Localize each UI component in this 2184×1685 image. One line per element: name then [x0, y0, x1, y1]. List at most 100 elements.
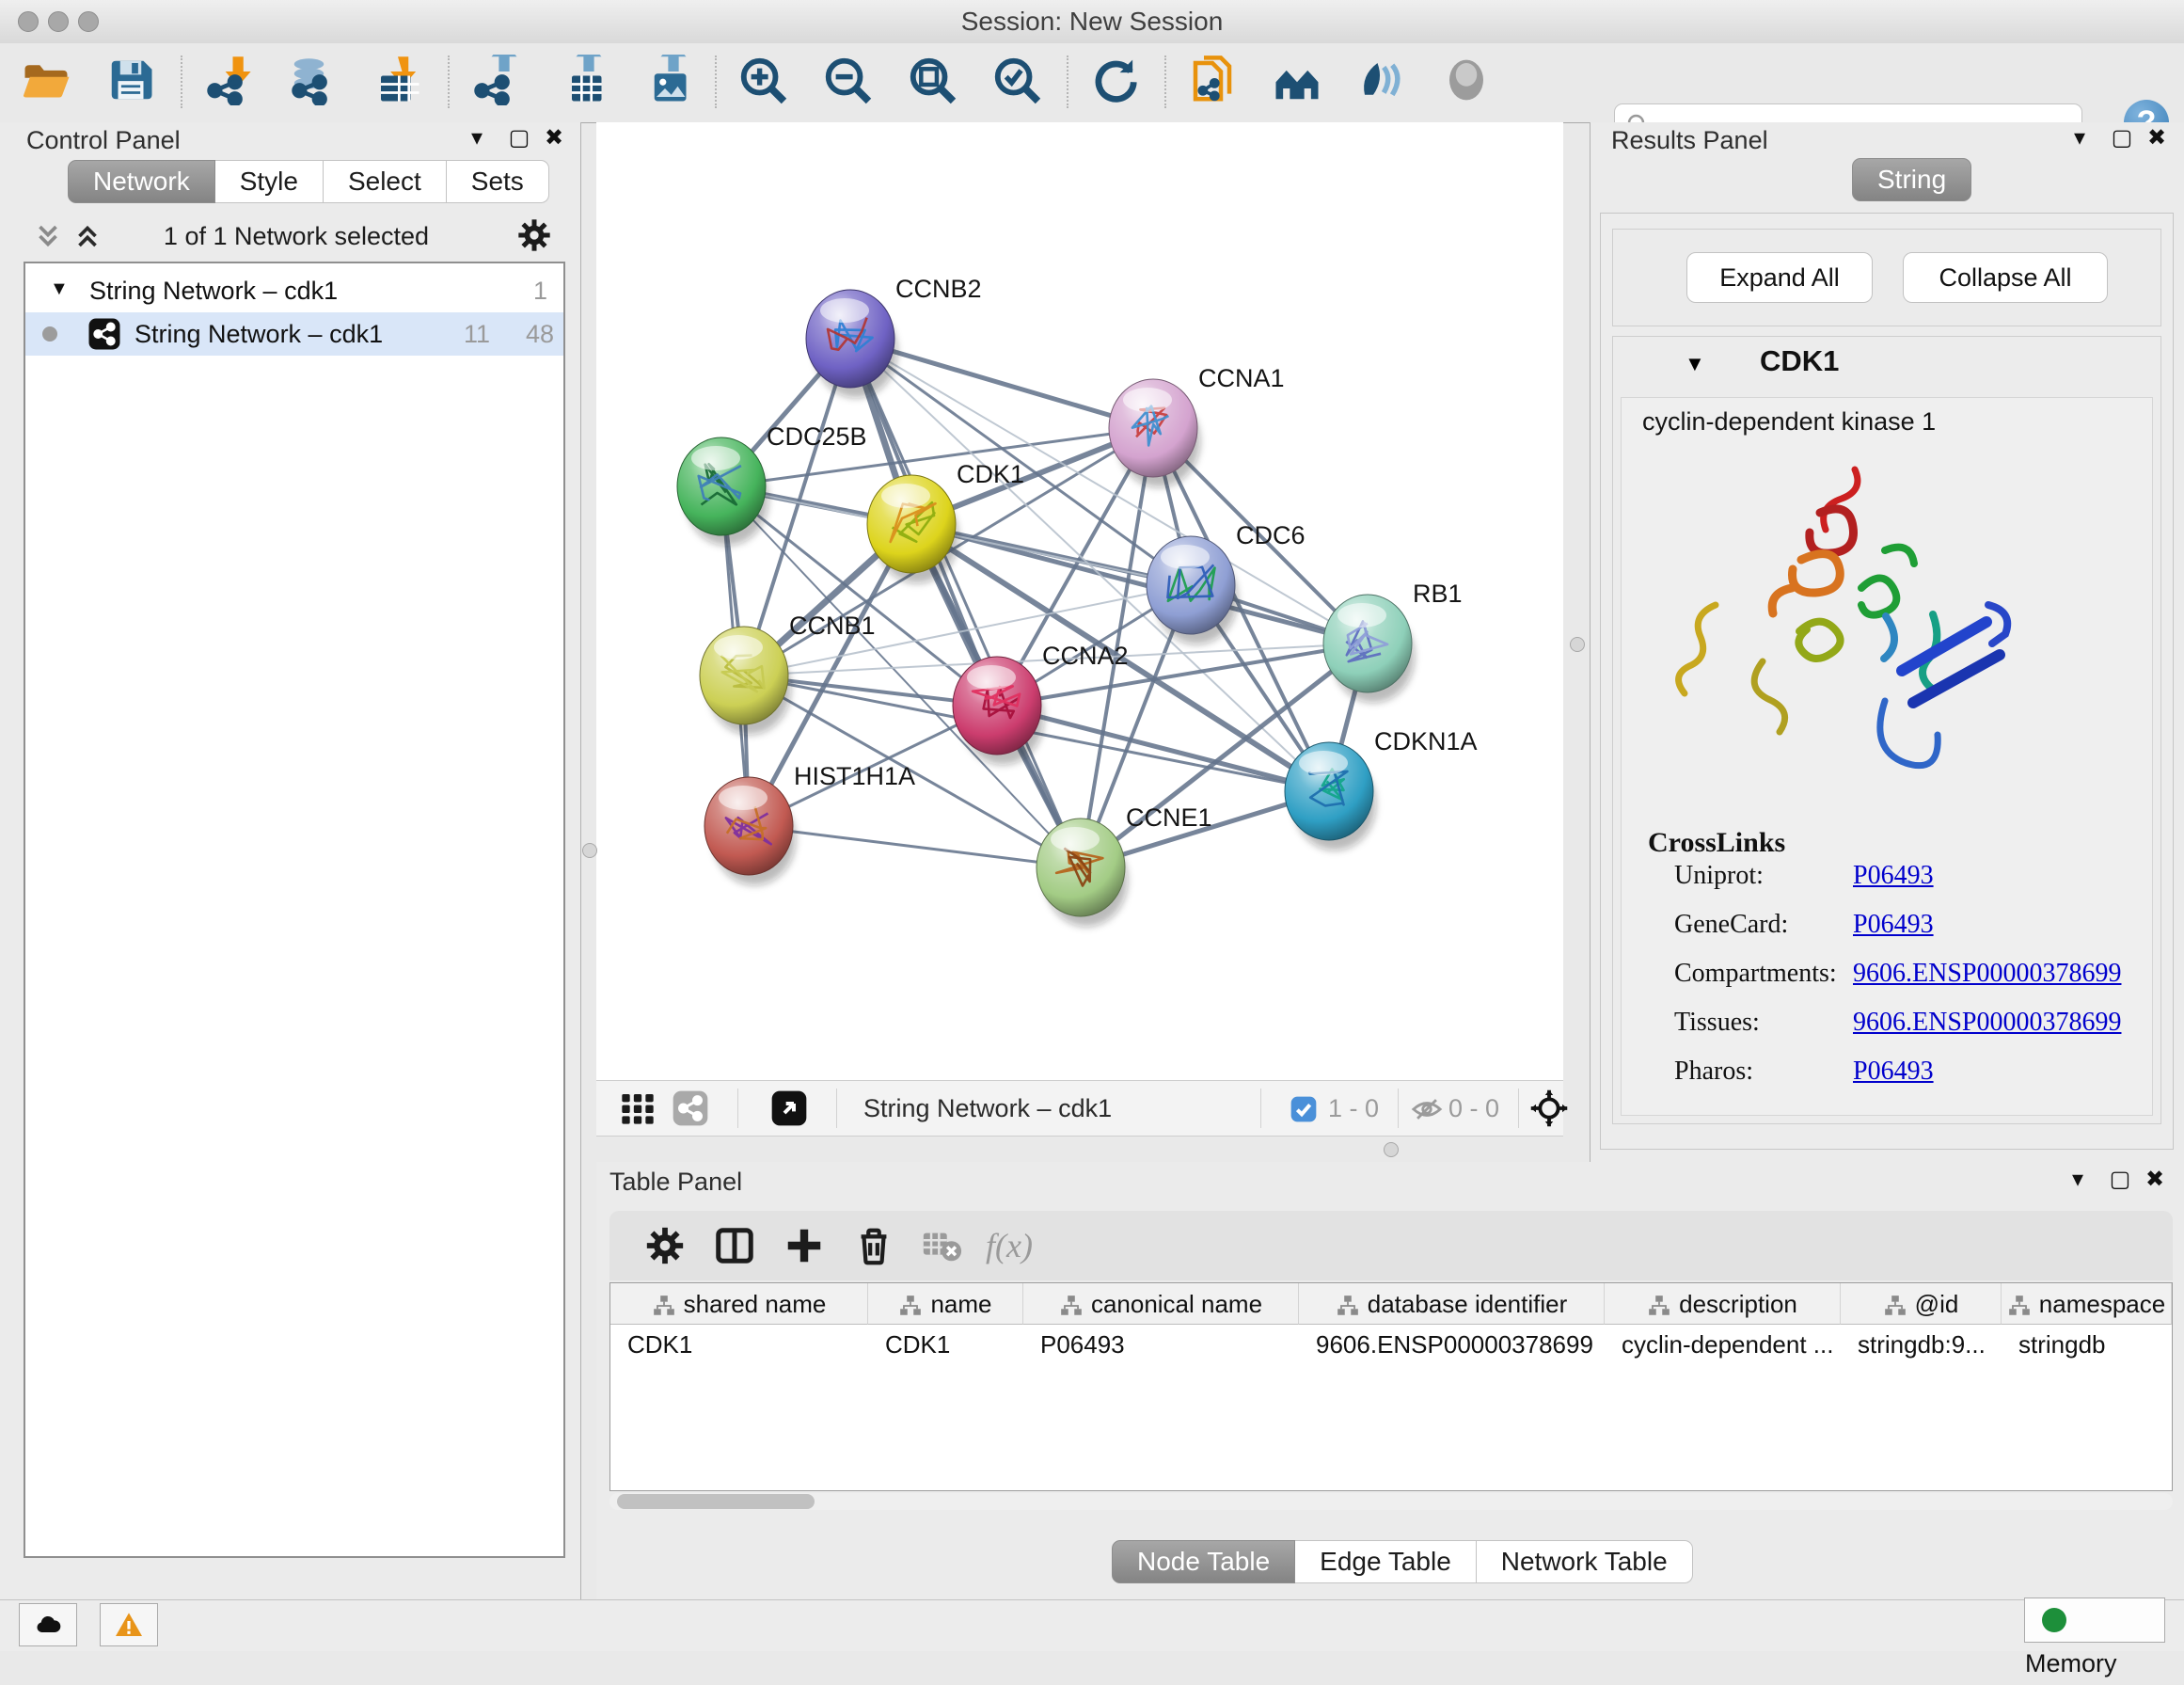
horizontal-splitter-handle[interactable] [1384, 1142, 1399, 1157]
tab-select[interactable]: Select [324, 160, 447, 203]
collapse-all-button[interactable]: Collapse All [1903, 252, 2108, 303]
panel-menu-icon[interactable]: ▾ [463, 124, 491, 152]
panel-close-icon[interactable]: ✖ [540, 124, 568, 152]
expand-all-button[interactable]: Expand All [1686, 252, 1873, 303]
zoom-fit-icon[interactable] [907, 55, 961, 109]
column-header-canonical-name[interactable]: canonical name [1023, 1283, 1299, 1325]
column-header-shared-name[interactable]: shared name [610, 1283, 868, 1325]
zoom-selected-icon[interactable] [991, 55, 1046, 109]
tab-network[interactable]: Network [68, 160, 215, 203]
table-cell[interactable]: P06493 [1023, 1325, 1299, 1364]
crosslink-link[interactable]: 9606.ENSP00000378699 [1853, 959, 2121, 989]
cloud-button[interactable] [19, 1603, 77, 1646]
panel-menu-icon[interactable]: ▾ [2064, 1166, 2092, 1194]
export-network-icon[interactable] [470, 55, 525, 109]
import-database-icon[interactable] [288, 55, 342, 109]
string-results-container: Expand All Collapse All ▼ CDK1 cyclin-de… [1600, 213, 2174, 1150]
home-network-icon[interactable] [1272, 55, 1326, 109]
tab-node-table[interactable]: Node Table [1112, 1540, 1295, 1583]
table-cell[interactable]: CDK1 [868, 1325, 1023, 1364]
save-session-icon[interactable] [105, 55, 160, 109]
import-table-icon[interactable] [372, 55, 427, 109]
table-cell[interactable]: CDK1 [610, 1325, 868, 1364]
table-cell[interactable]: stringdb:9... [1841, 1325, 2002, 1364]
zoom-out-icon[interactable] [822, 55, 877, 109]
zoom-in-icon[interactable] [737, 55, 792, 109]
open-session-icon[interactable] [21, 55, 75, 109]
table-horizontal-scrollbar[interactable] [609, 1493, 2173, 1510]
delete-table-icon[interactable] [920, 1224, 963, 1267]
network-view-toolbar: String Network – cdk1 1 - 0 0 - 0 [596, 1080, 1563, 1137]
crosslink-link[interactable]: P06493 [1853, 861, 1934, 891]
panel-menu-icon[interactable]: ▾ [2065, 124, 2094, 152]
collapse-all-icon[interactable] [32, 220, 64, 257]
eye-icon[interactable] [1441, 55, 1496, 109]
crosslink-label: Uniprot: [1674, 861, 1764, 891]
crosslink-label: Pharos: [1674, 1057, 1753, 1087]
crosslink-link[interactable]: P06493 [1853, 1057, 1934, 1087]
function-builder-icon[interactable]: f(x) [986, 1224, 1065, 1267]
table-cell[interactable]: 9606.ENSP00000378699 [1299, 1325, 1605, 1364]
column-header-namespace[interactable]: namespace [2002, 1283, 2172, 1325]
table-settings-gear-icon[interactable] [643, 1224, 687, 1267]
column-header-description[interactable]: description [1605, 1283, 1841, 1325]
network-edge[interactable] [749, 826, 1081, 867]
network-status-dot [42, 326, 57, 342]
network-node-CCNB1[interactable]: CCNB1 [700, 612, 876, 735]
network-canvas[interactable]: CCNB2CCNA1CDC25BCDK1CDC6RB1CCNB1CCNA2CDK… [596, 122, 1563, 1080]
network-node-RB1[interactable]: RB1 [1323, 580, 1463, 703]
tree-expand-icon[interactable]: ▼ [50, 267, 69, 310]
panel-float-icon[interactable]: ▢ [2108, 124, 2136, 152]
vertical-splitter-handle[interactable] [582, 843, 597, 858]
show-columns-icon[interactable] [713, 1224, 756, 1267]
tab-style[interactable]: Style [215, 160, 324, 203]
section-collapse-icon[interactable]: ▼ [1685, 352, 1705, 376]
export-table-icon[interactable] [555, 55, 609, 109]
crosslink-link[interactable]: P06493 [1853, 910, 1934, 940]
network-collection-row[interactable]: ▼ String Network – cdk1 1 [25, 269, 563, 312]
network-node-HIST1H1A[interactable]: HIST1H1A [704, 762, 915, 885]
share-network-icon[interactable] [672, 1089, 709, 1132]
network-selection-status: 1 of 1 Network selected [141, 222, 451, 251]
column-header-name[interactable]: name [868, 1283, 1023, 1325]
table-cell[interactable]: stringdb [2002, 1325, 2172, 1364]
node-label: CDC6 [1236, 521, 1306, 549]
selected-checkbox-icon[interactable] [1289, 1094, 1319, 1129]
column-header-@id[interactable]: @id [1841, 1283, 2002, 1325]
node-table[interactable]: shared nameCDK1nameCDK1canonical nameP06… [609, 1282, 2173, 1491]
crosshair-icon[interactable] [1529, 1089, 1569, 1133]
vertical-splitter-handle[interactable] [1570, 637, 1585, 652]
network-row-selected[interactable]: String Network – cdk1 11 48 [25, 312, 563, 356]
tab-network-table[interactable]: Network Table [1477, 1540, 1693, 1583]
panel-close-icon[interactable]: ✖ [2143, 124, 2171, 152]
tab-string[interactable]: String [1852, 158, 1971, 201]
refresh-icon[interactable] [1089, 55, 1144, 109]
network-node-CDKN1A[interactable]: CDKN1A [1285, 727, 1478, 850]
warning-button[interactable] [100, 1603, 158, 1646]
expand-all-icon[interactable] [71, 220, 103, 257]
toolbar-separator [1067, 56, 1068, 108]
panel-float-icon[interactable]: ▢ [505, 124, 533, 152]
tab-edge-table[interactable]: Edge Table [1295, 1540, 1477, 1583]
network-node-CCNA1[interactable]: CCNA1 [1109, 364, 1285, 487]
documents-icon[interactable] [1187, 55, 1242, 109]
panel-close-icon[interactable]: ✖ [2141, 1166, 2169, 1194]
show-hide-panel-icon[interactable] [1356, 55, 1411, 109]
birdseye-view-icon[interactable] [770, 1089, 808, 1132]
gear-icon[interactable] [515, 216, 553, 259]
export-image-icon[interactable] [640, 55, 694, 109]
network-node-CDC6[interactable]: CDC6 [1147, 521, 1306, 644]
table-cell[interactable]: cyclin-dependent ... [1605, 1325, 1841, 1364]
memory-button[interactable]: Memory [2024, 1598, 2165, 1643]
scrollbar-thumb[interactable] [617, 1494, 815, 1509]
grid-view-icon[interactable] [619, 1089, 657, 1132]
import-network-icon[interactable] [203, 55, 258, 109]
tab-sets[interactable]: Sets [447, 160, 549, 203]
hidden-eye-icon[interactable] [1411, 1093, 1443, 1130]
network-node-CCNE1[interactable]: CCNE1 [1037, 803, 1212, 927]
crosslink-link[interactable]: 9606.ENSP00000378699 [1853, 1008, 2121, 1038]
column-header-database-identifier[interactable]: database identifier [1299, 1283, 1605, 1325]
panel-float-icon[interactable]: ▢ [2106, 1166, 2134, 1194]
create-column-plus-icon[interactable] [783, 1224, 826, 1267]
delete-column-trash-icon[interactable] [852, 1224, 895, 1267]
